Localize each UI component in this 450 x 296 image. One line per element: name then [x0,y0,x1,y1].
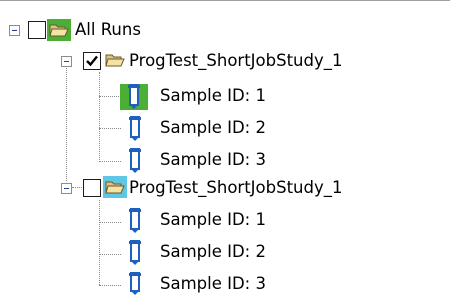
tree-node-run[interactable]: ProgTest_ShortJobStudy_1 [0,176,450,202]
checkbox-all-runs[interactable] [28,21,46,39]
tree-node-sample[interactable]: Sample ID: 3 [0,272,450,296]
tree-node-label: Sample ID: 3 [160,150,266,169]
tree-node-label: Sample ID: 2 [160,242,266,261]
tree-node-sample[interactable]: Sample ID: 3 [0,148,450,174]
folder-open-icon [47,19,71,41]
tree-node-sample[interactable]: Sample ID: 2 [0,240,450,266]
tree-node-all-runs[interactable]: All Runs [0,19,450,45]
collapse-toggle[interactable] [9,25,20,36]
checkbox-run[interactable] [83,52,101,70]
sample-vial-icon [125,208,141,233]
sample-vial-icon [125,240,141,265]
folder-open-icon [103,49,127,71]
collapse-toggle[interactable] [61,183,72,194]
tree-node-label: Sample ID: 3 [160,274,266,293]
tree-node-label: All Runs [75,20,141,39]
run-tree: All Runs ProgTest_ShortJobStudy_1 Sample [0,0,450,296]
tree-node-sample[interactable]: Sample ID: 2 [0,116,450,142]
sample-vial-icon [125,272,141,296]
tree-node-label: ProgTest_ShortJobStudy_1 [129,51,343,70]
tree-node-sample[interactable]: Sample ID: 1 [0,208,450,234]
tree-node-label: Sample ID: 1 [160,86,266,105]
tree-node-label: ProgTest_ShortJobStudy_1 [129,178,343,197]
sample-vial-icon [125,148,141,173]
tree-node-label: Sample ID: 1 [160,210,266,229]
tree-node-label: Sample ID: 2 [160,118,266,137]
checkmark-icon [86,55,98,67]
tree-node-run[interactable]: ProgTest_ShortJobStudy_1 [0,49,450,75]
sample-vial-icon [120,84,148,110]
folder-open-icon [103,176,127,198]
tree-node-sample[interactable]: Sample ID: 1 [0,84,450,110]
collapse-toggle[interactable] [61,56,72,67]
sample-vial-icon [125,116,141,141]
checkbox-run[interactable] [83,179,101,197]
